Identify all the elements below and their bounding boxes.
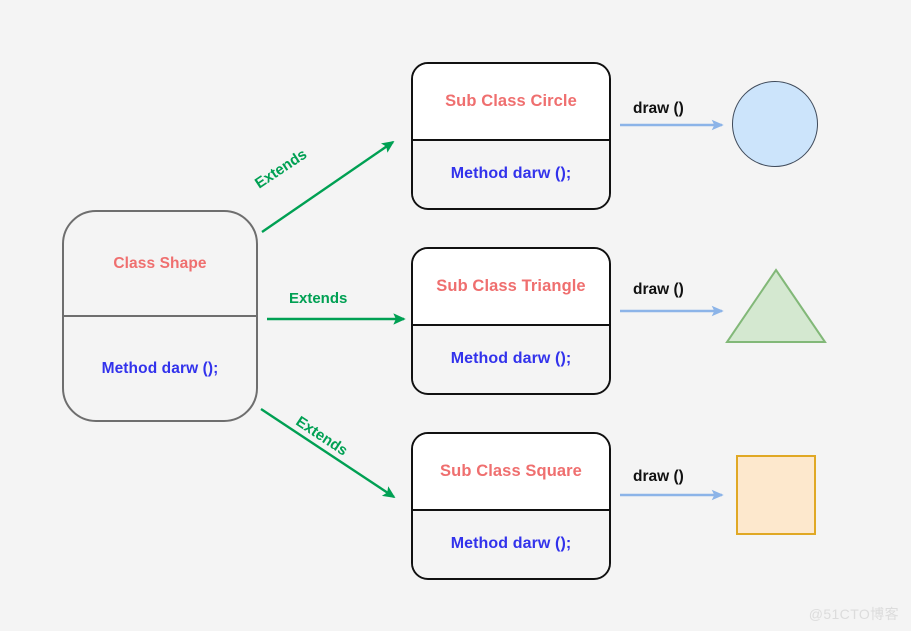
sub-class-name: Sub Class Square — [440, 462, 582, 480]
shape-square — [736, 455, 816, 535]
draw-label-square: draw () — [633, 468, 684, 485]
extends-label-triangle: Extends — [289, 290, 348, 307]
extends-arrow-square — [260, 407, 396, 499]
sub-class-name-compartment: Sub Class Square — [413, 434, 609, 509]
sub-class-box-circle[interactable]: Sub Class Circle Method darw (); — [411, 62, 611, 210]
sub-class-name: Sub Class Triangle — [436, 277, 586, 295]
sub-class-method: Method darw (); — [450, 350, 572, 367]
sub-class-method-compartment: Method darw (); — [413, 511, 609, 577]
sub-class-name-compartment: Sub Class Circle — [413, 64, 609, 139]
sub-class-name: Sub Class Circle — [445, 92, 577, 110]
sub-class-method-compartment: Method darw (); — [413, 326, 609, 392]
base-class-name-compartment: Class Shape — [64, 212, 256, 315]
base-class-name: Class Shape — [113, 254, 207, 272]
sub-class-box-triangle[interactable]: Sub Class Triangle Method darw (); — [411, 247, 611, 395]
watermark: @51CTO博客 — [808, 606, 899, 622]
base-class-method-compartment: Method darw (); — [64, 317, 256, 420]
base-class-method: Method darw (); — [101, 359, 219, 377]
base-class-box[interactable]: Class Shape Method darw (); — [62, 210, 258, 422]
sub-class-box-square[interactable]: Sub Class Square Method darw (); — [411, 432, 611, 580]
draw-label-triangle: draw () — [633, 281, 684, 298]
shape-circle — [732, 81, 818, 167]
shape-triangle — [725, 268, 827, 343]
diagram-canvas: Class Shape Method darw (); Sub Class Ci… — [0, 0, 911, 631]
sub-class-name-compartment: Sub Class Triangle — [413, 249, 609, 324]
sub-class-method: Method darw (); — [450, 535, 572, 552]
sub-class-method: Method darw (); — [450, 165, 572, 182]
sub-class-method-compartment: Method darw (); — [413, 141, 609, 207]
draw-label-circle: draw () — [633, 100, 684, 117]
extends-arrow-circle — [261, 141, 395, 233]
